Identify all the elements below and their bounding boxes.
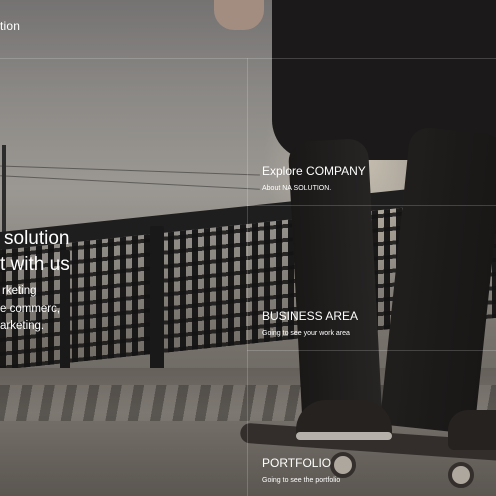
hero-title-line: t with us — [0, 254, 70, 275]
hero-desc-line: arketing. — [0, 320, 45, 332]
hero-title: solution t with us — [0, 226, 70, 278]
hero-description: rketing e commerc, arketing. — [0, 283, 60, 336]
panel-title[interactable]: PORTFOLIO — [262, 456, 331, 470]
panel-title[interactable]: Explore COMPANY — [262, 164, 366, 178]
panel-subtitle: About NA SOLUTION. — [262, 185, 332, 192]
grid-line-horizontal — [0, 58, 496, 59]
brand-logo-text[interactable]: tion — [0, 19, 20, 33]
grid-line-horizontal — [247, 350, 496, 351]
grid-line-horizontal — [247, 205, 496, 206]
hero-desc-line: rketing — [2, 285, 37, 297]
panel-title[interactable]: BUSINESS AREA — [262, 309, 358, 323]
hero-title-line: solution — [4, 228, 70, 249]
hero-desc-line: e commerc, — [0, 302, 61, 315]
image-overlay — [0, 0, 496, 496]
panel-subtitle: Going to see your work area — [262, 330, 350, 337]
grid-line-vertical — [247, 58, 248, 496]
panel-subtitle: Going to see the portfolio — [262, 477, 341, 484]
